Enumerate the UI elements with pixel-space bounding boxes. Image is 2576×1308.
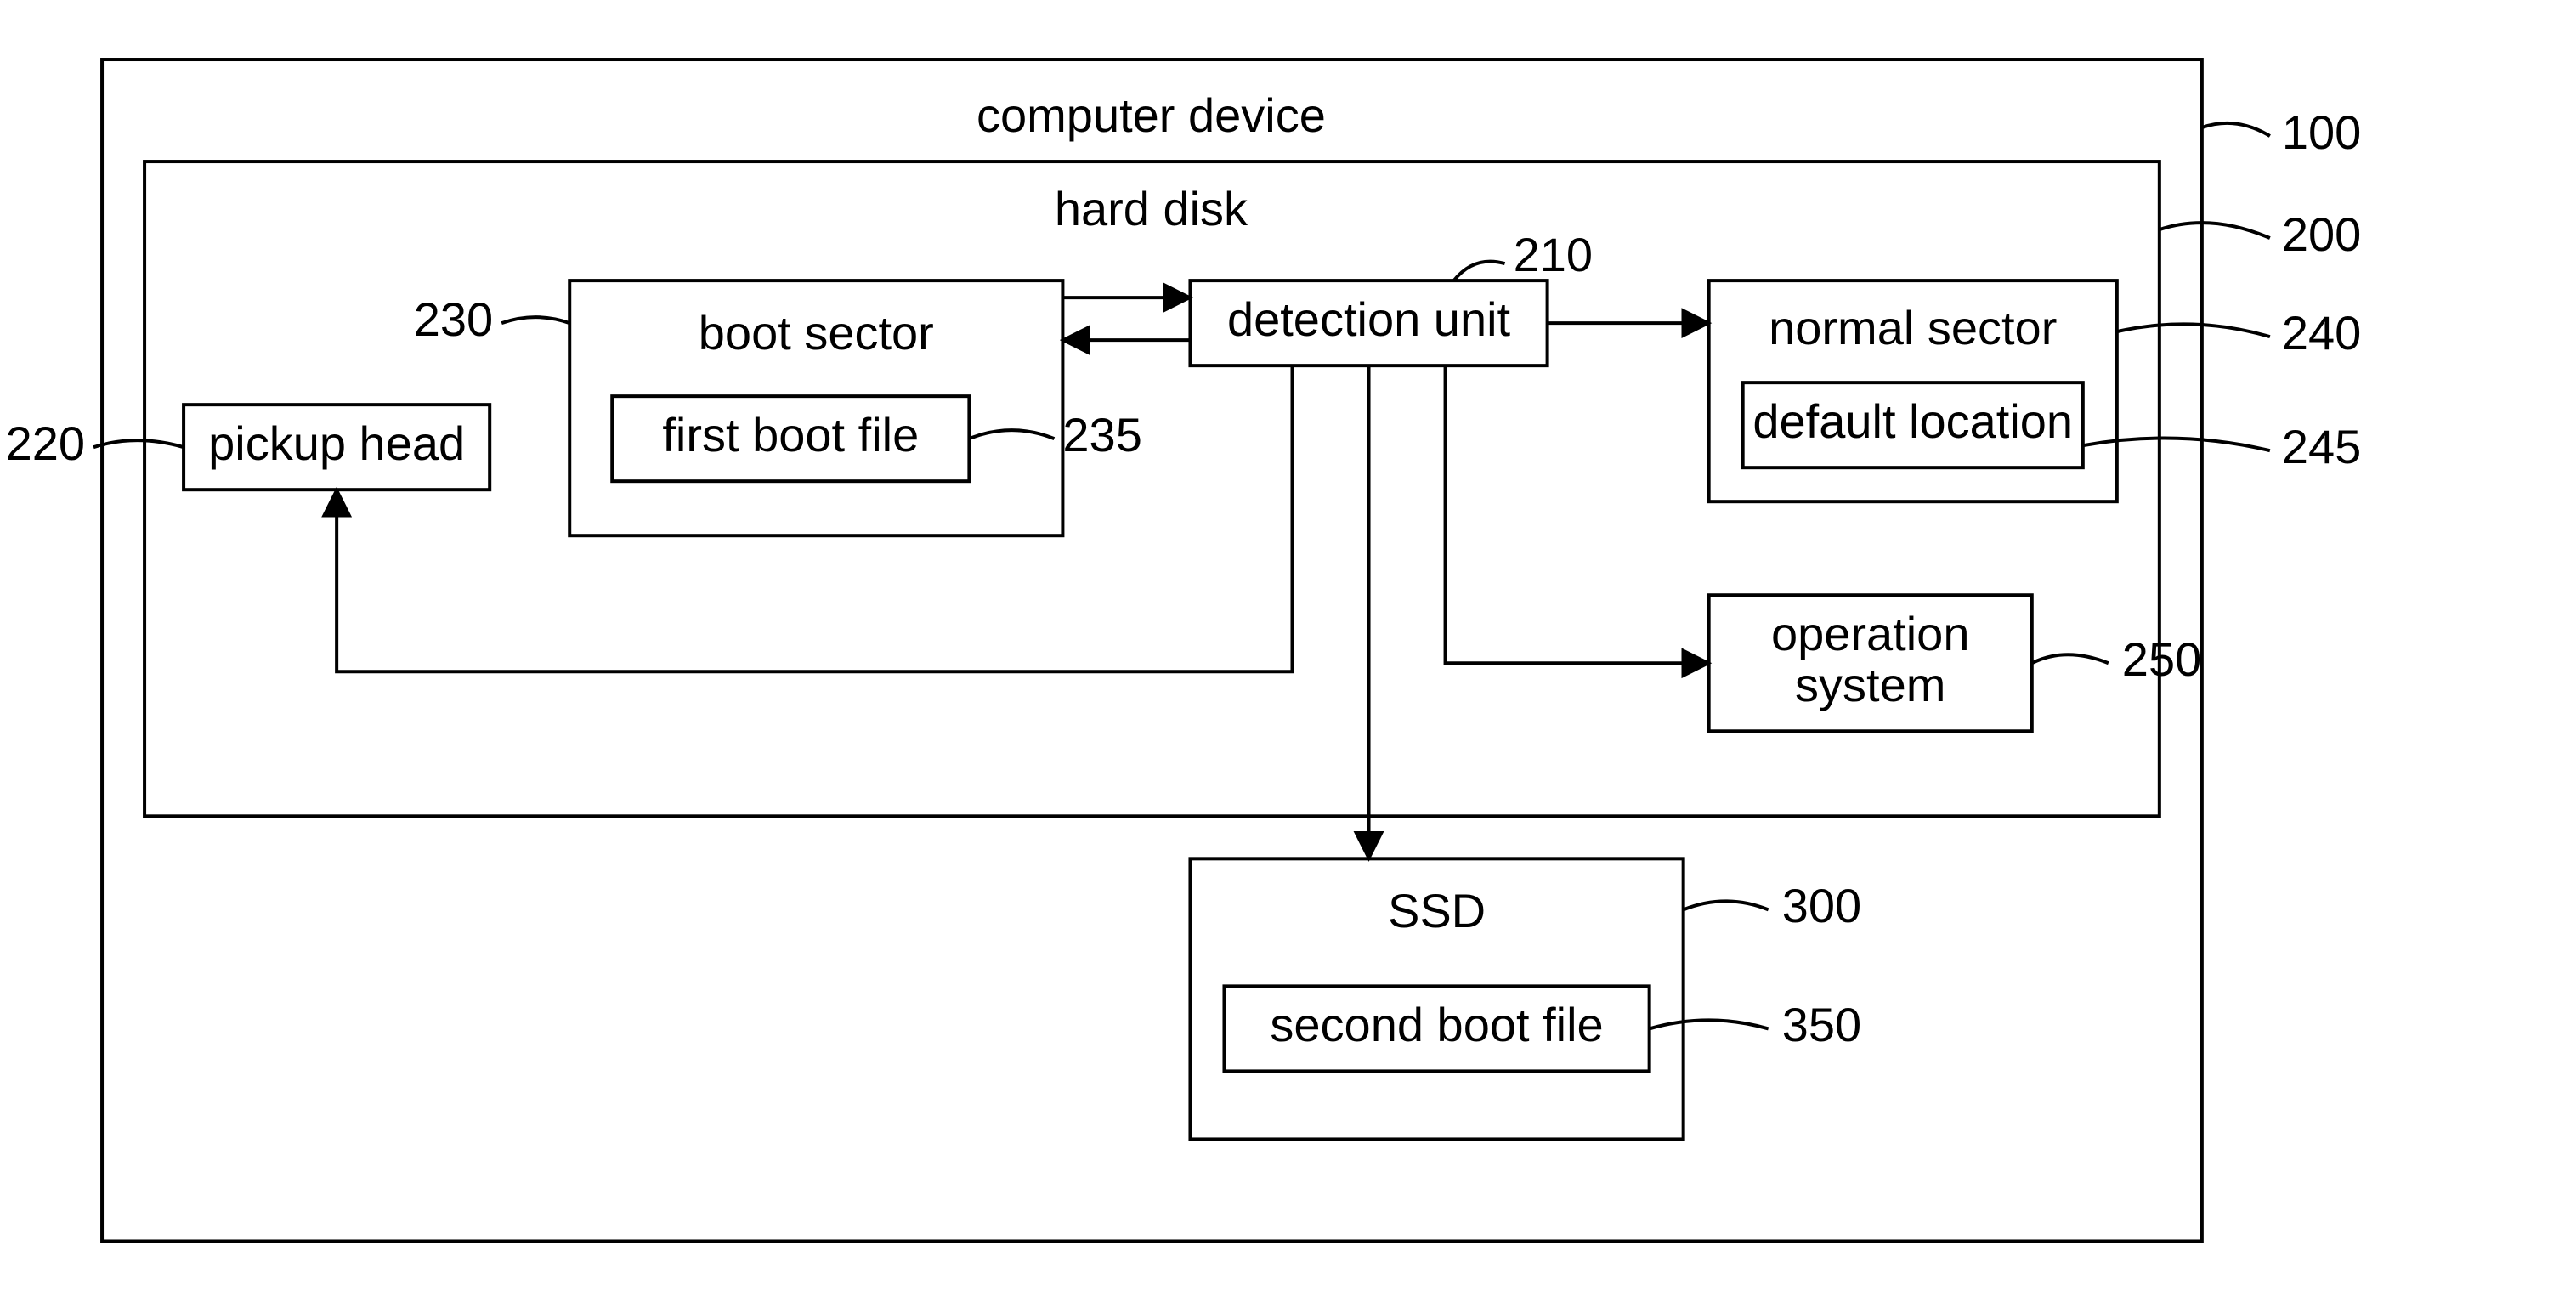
ref-230: 230 (414, 292, 493, 346)
ref-235: 235 (1062, 408, 1141, 461)
hard-disk-label: hard disk (1055, 182, 1248, 235)
ref-250: 250 (2122, 632, 2201, 686)
default-location-label: default location (1752, 394, 2073, 448)
ref-200: 200 (2282, 207, 2361, 261)
normal-sector-label: normal sector (1769, 301, 2057, 354)
ref-300: 300 (1782, 879, 1861, 932)
ref-210: 210 (1514, 228, 1593, 281)
first-boot-file-label: first boot file (662, 408, 919, 461)
ref-350: 350 (1782, 998, 1861, 1051)
leader-100 (2202, 123, 2270, 136)
boot-sector-label: boot sector (699, 306, 934, 360)
ssd-label: SSD (1388, 884, 1486, 937)
ref-240: 240 (2282, 306, 2361, 360)
ref-245: 245 (2282, 420, 2361, 473)
operation-system-label-1: operation (1771, 607, 1970, 660)
computer-device-label: computer device (977, 88, 1326, 142)
diagram-root: computer device hard disk pickup head bo… (0, 0, 2576, 1308)
second-boot-file-label: second boot file (1270, 998, 1603, 1051)
detection-unit-label: detection unit (1227, 292, 1511, 346)
operation-system-label-2: system (1795, 658, 1945, 711)
pickup-head-label: pickup head (208, 416, 465, 470)
ref-100: 100 (2282, 105, 2361, 159)
ref-220: 220 (6, 416, 85, 470)
